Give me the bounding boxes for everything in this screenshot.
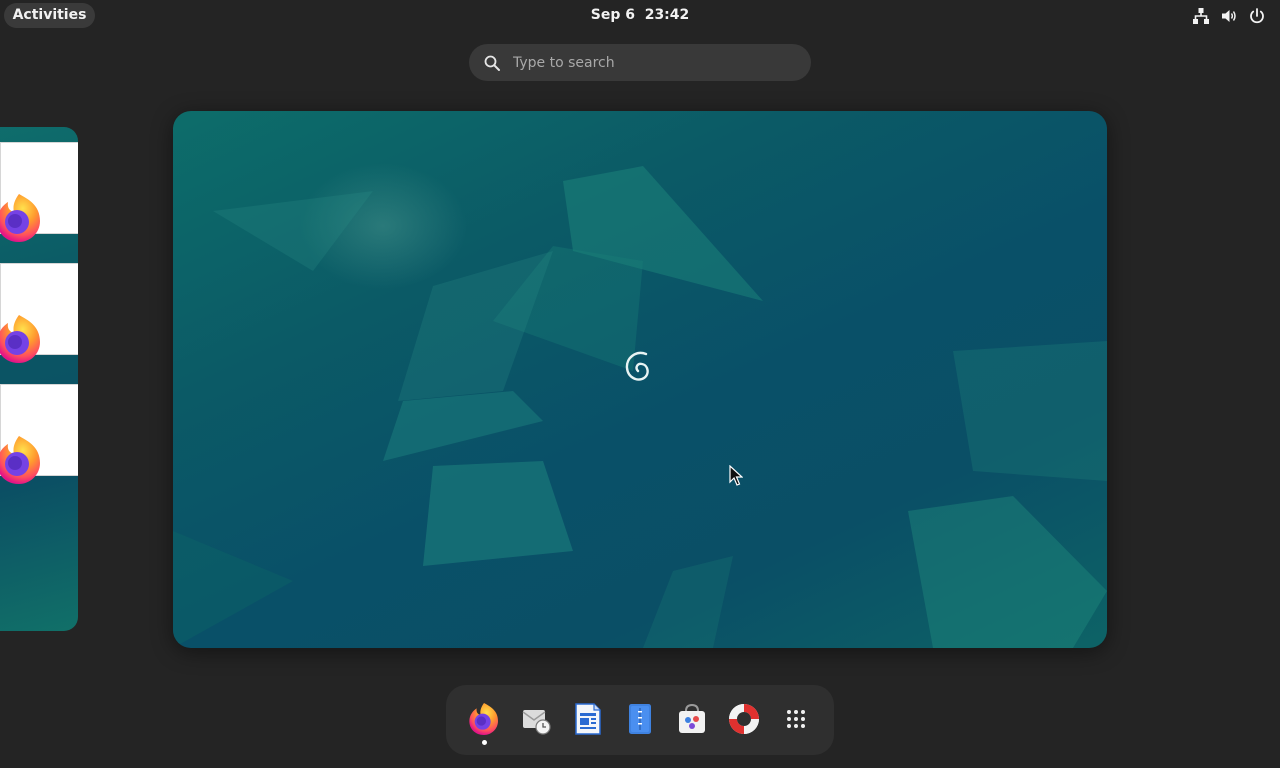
dock-item-writer[interactable] (570, 701, 606, 737)
volume-icon (1222, 10, 1236, 22)
dock-item-firefox[interactable] (466, 701, 502, 745)
network-icon (1193, 8, 1209, 24)
mail-clock-icon (522, 710, 551, 735)
dock-item-help[interactable] (726, 701, 762, 737)
dock-item-text-editor[interactable] (622, 701, 658, 737)
activities-button[interactable]: Activities (4, 3, 95, 28)
clock[interactable]: Sep 6 23:42 (540, 3, 740, 28)
firefox-icon (0, 436, 40, 484)
text-editor-icon (629, 704, 651, 734)
search-input[interactable] (511, 53, 797, 72)
search-bar[interactable] (469, 44, 811, 81)
software-center-icon (679, 703, 705, 733)
running-indicator (482, 740, 487, 745)
top-bar: Activities Sep 6 23:42 (0, 0, 1280, 31)
document-icon (575, 703, 601, 735)
workspace-thumbnail-current[interactable] (173, 111, 1107, 648)
help-lifebuoy-icon (729, 704, 759, 734)
firefox-icon (0, 315, 40, 363)
search-icon (484, 55, 500, 71)
debian-logo-icon (625, 351, 649, 381)
dash-dock (446, 685, 834, 755)
mouse-pointer-icon (729, 465, 743, 486)
dock-item-evolution[interactable] (518, 701, 554, 737)
desktop-overview: Activities Sep 6 23:42 (0, 0, 1280, 768)
workspace-thumbnail-previous[interactable] (0, 127, 78, 631)
app-grid-icon (787, 710, 805, 728)
dock-item-software[interactable] (674, 701, 710, 737)
firefox-icon (0, 194, 40, 242)
show-apps-button[interactable] (778, 701, 814, 737)
power-icon (1250, 8, 1264, 24)
system-status-area[interactable] (1192, 6, 1266, 26)
firefox-icon (469, 703, 498, 735)
